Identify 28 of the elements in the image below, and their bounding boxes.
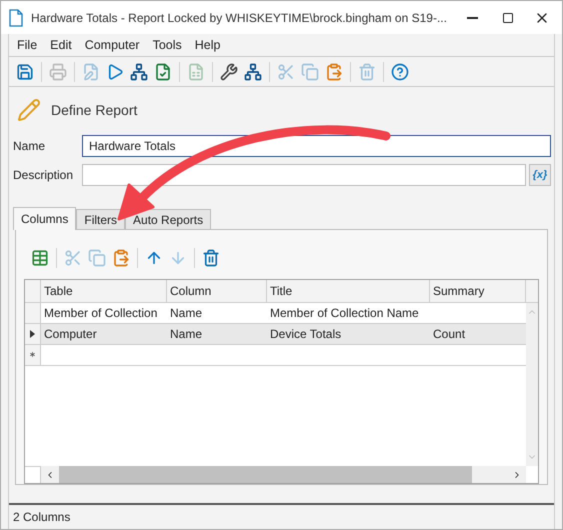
variable-button[interactable]: {x} bbox=[529, 164, 551, 186]
name-label: Name bbox=[13, 138, 46, 155]
menu-item[interactable]: Help bbox=[194, 36, 220, 54]
menu-item[interactable]: File bbox=[17, 36, 38, 54]
table-cell-text: Name bbox=[169, 304, 204, 322]
menu-item[interactable]: Edit bbox=[50, 36, 72, 54]
column-header[interactable]: Title bbox=[267, 280, 430, 302]
column-header[interactable]: Column bbox=[167, 280, 267, 302]
column-header[interactable]: Summary bbox=[430, 280, 526, 302]
table-cell-text: Member of Collection Name bbox=[269, 304, 420, 322]
table-row[interactable]: Member of Collection Name Member of Collection Name bbox=[25, 302, 526, 324]
tab[interactable]: Auto Reports bbox=[125, 209, 212, 229]
table-cell-text: Name bbox=[169, 326, 204, 343]
menu-item[interactable]: Tools bbox=[152, 36, 182, 54]
tab[interactable]: Columns bbox=[13, 207, 76, 230]
table-cell-text: Device Totals bbox=[269, 326, 342, 343]
name-field[interactable]: Hardware Totals bbox=[82, 135, 551, 157]
table-row[interactable]: Computer Name Device Totals Count bbox=[25, 324, 526, 345]
description-label: Description bbox=[13, 167, 74, 184]
page-heading: Define Report bbox=[51, 100, 138, 120]
column-header[interactable]: Table bbox=[41, 280, 167, 302]
table-cell-text: Count bbox=[432, 326, 466, 343]
table-cell-text: Member of Collection bbox=[43, 304, 158, 322]
menu-item[interactable]: Computer bbox=[84, 36, 140, 54]
window-title: Hardware Totals - Report Locked by WHISKEYTIME\brock.bingham on S19-... bbox=[31, 10, 447, 26]
table-cell-text: Computer bbox=[43, 326, 98, 343]
tab[interactable]: Filters bbox=[76, 209, 126, 229]
status-text: 2 Columns bbox=[13, 509, 70, 526]
